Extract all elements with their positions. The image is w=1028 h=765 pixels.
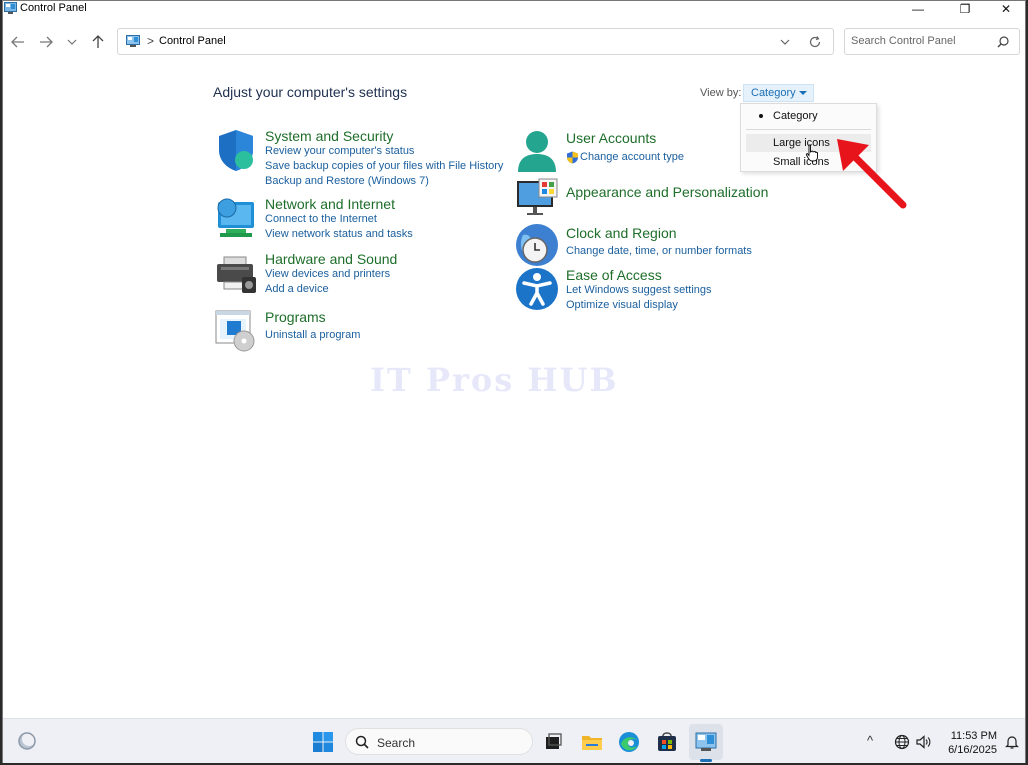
menu-item-category[interactable]: Category (746, 107, 871, 125)
accessibility-icon (516, 268, 558, 310)
file-explorer-icon[interactable] (580, 730, 604, 754)
clock-date: 6/16/2025 (948, 744, 997, 756)
task-view-icon[interactable] (541, 730, 565, 754)
printer-icon (217, 256, 256, 293)
red-annotation-arrow-icon (837, 139, 907, 209)
tray-overflow-button[interactable]: ^ (867, 733, 873, 748)
up-button[interactable] (88, 34, 108, 50)
windows-start-icon[interactable] (311, 730, 335, 754)
recent-locations-button[interactable] (62, 34, 82, 50)
breadcrumb-separator: > (147, 34, 155, 48)
link-review-status[interactable]: Review your computer's status (265, 145, 414, 157)
forward-button[interactable] (36, 34, 56, 50)
chevron-down-icon (67, 39, 77, 45)
category-title[interactable]: Clock and Region (566, 225, 677, 241)
uac-shield-icon (567, 151, 578, 164)
category-title[interactable]: Appearance and Personalization (566, 184, 768, 200)
notification-bell-icon[interactable] (1004, 734, 1020, 750)
back-button[interactable] (8, 34, 28, 50)
caret-down-icon (799, 91, 807, 95)
link-add-device[interactable]: Add a device (265, 283, 329, 295)
clock-globe-icon (516, 224, 558, 266)
weather-icon[interactable] (15, 729, 39, 753)
category-title[interactable]: Ease of Access (566, 267, 662, 283)
link-uninstall-program[interactable]: Uninstall a program (265, 329, 360, 341)
taskbar: Search ^ 11:53 PM 6/16/2025 (3, 718, 1025, 763)
menu-divider (746, 129, 871, 130)
control-panel-window: Control Panel — ❐ ✕ > Control Panel Adju… (2, 0, 1026, 763)
control-panel-icon (4, 2, 17, 14)
arrow-left-icon (11, 36, 24, 48)
arrow-up-icon (92, 35, 104, 48)
link-suggest-settings[interactable]: Let Windows suggest settings (566, 284, 712, 296)
link-connect-internet[interactable]: Connect to the Internet (265, 213, 377, 225)
menu-item-label: Small icons (773, 156, 830, 168)
network-globe-icon[interactable] (894, 734, 910, 750)
control-panel-icon (126, 35, 140, 47)
user-icon (518, 131, 556, 172)
edge-browser-icon[interactable] (617, 730, 641, 754)
address-history-dropdown-icon[interactable] (778, 36, 792, 48)
category-title[interactable]: Programs (265, 309, 326, 325)
search-icon[interactable] (997, 36, 1009, 48)
taskbar-search-label: Search (377, 736, 416, 750)
view-by-label: View by: (700, 87, 742, 99)
volume-icon[interactable] (915, 734, 931, 750)
taskbar-search[interactable]: Search (345, 728, 533, 755)
refresh-icon[interactable] (808, 35, 822, 49)
link-network-status[interactable]: View network status and tasks (265, 228, 413, 240)
system-clock[interactable]: 11:53 PM 6/16/2025 (939, 729, 997, 757)
appearance-icon (517, 178, 558, 215)
search-box[interactable] (844, 28, 1020, 55)
menu-item-label: Large icons (773, 137, 830, 149)
shield-icon (219, 130, 253, 171)
programs-icon (215, 310, 255, 352)
page-title: Adjust your computer's settings (213, 84, 408, 100)
link-devices-printers[interactable]: View devices and printers (265, 268, 390, 280)
category-title[interactable]: Hardware and Sound (265, 251, 397, 267)
arrow-right-icon (40, 36, 53, 48)
control-panel-taskbar-icon[interactable] (694, 730, 718, 754)
view-by-value: Category (751, 87, 796, 99)
selected-bullet-icon (759, 114, 763, 118)
window-title: Control Panel (20, 2, 87, 14)
link-change-account-type[interactable]: Change account type (580, 151, 684, 163)
link-optimize-display[interactable]: Optimize visual display (566, 299, 678, 311)
hand-cursor-icon (805, 144, 818, 162)
active-app-indicator (700, 759, 712, 762)
clock-time: 11:53 PM (950, 730, 997, 742)
link-file-history[interactable]: Save backup copies of your files with Fi… (265, 160, 503, 172)
view-by-dropdown[interactable]: Category (743, 84, 814, 102)
category-title[interactable]: Network and Internet (265, 196, 395, 212)
title-bar: Control Panel — ❐ ✕ (3, 1, 1025, 17)
link-backup-restore[interactable]: Backup and Restore (Windows 7) (265, 175, 429, 187)
network-icon (217, 198, 254, 237)
search-icon (355, 735, 369, 749)
link-date-time-formats[interactable]: Change date, time, or number formats (566, 245, 752, 257)
close-button[interactable]: ✕ (988, 1, 1024, 17)
category-title[interactable]: User Accounts (566, 130, 656, 146)
category-title[interactable]: System and Security (265, 128, 393, 144)
breadcrumb-control-panel[interactable]: Control Panel (159, 35, 226, 47)
address-bar[interactable]: > Control Panel (117, 28, 834, 55)
watermark-text: IT Pros HUB (370, 361, 619, 399)
menu-item-label: Category (773, 110, 818, 122)
restore-button[interactable]: ❐ (947, 1, 983, 17)
microsoft-store-icon[interactable] (655, 730, 679, 754)
search-input[interactable] (851, 35, 991, 47)
minimize-button[interactable]: — (900, 1, 936, 17)
